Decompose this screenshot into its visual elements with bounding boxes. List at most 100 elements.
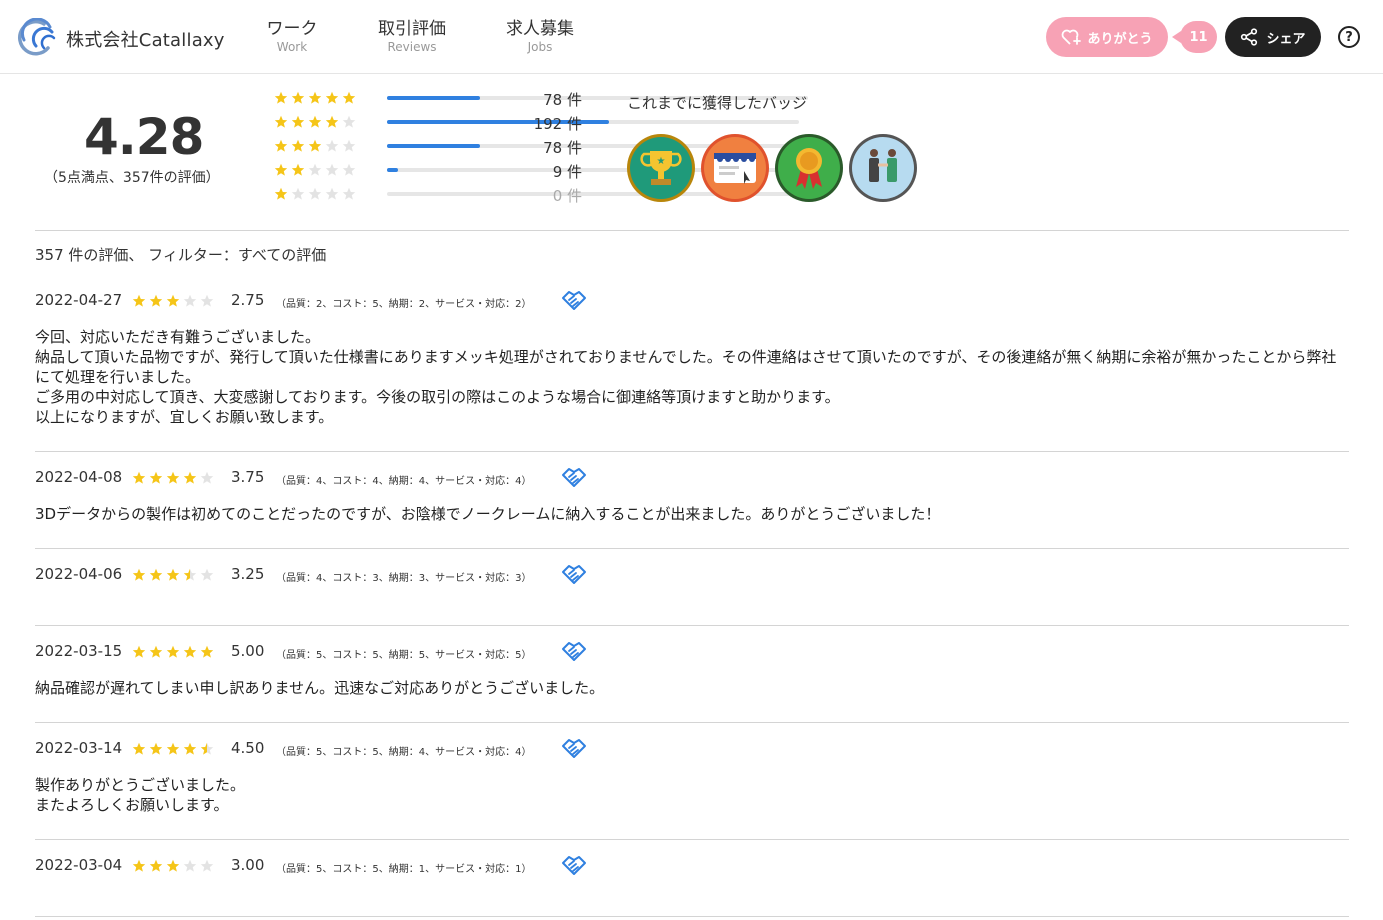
review-meta: 2022-04-08 3.75 （品質：4、コスト：4、納期：4、サービス・対応… [35, 466, 1349, 490]
review-body: 今回、対応いただき有難うございました。納品して頂いた品物ですが、発行して頂いた仕… [35, 327, 1345, 427]
star-empty-icon [342, 187, 356, 200]
review-divider [35, 548, 1349, 549]
distribution-row-3[interactable]: 78 件 [274, 136, 808, 160]
star-half-icon [200, 742, 214, 755]
score-subtitle: （5点満点、357件の評価） [44, 170, 220, 186]
star-full-icon [166, 568, 180, 581]
review-text-line: 納品して頂いた品物ですが、発行して頂いた仕様書にありますメッキ処理がされておりま… [35, 348, 1337, 386]
review-date: 2022-03-15 [35, 642, 123, 660]
share-label: シェア [1266, 31, 1306, 47]
share-button[interactable]: シェア [1225, 17, 1321, 57]
review-score: 3.00 [231, 856, 265, 874]
star-rating [274, 163, 356, 177]
catallaxy-logo-icon[interactable] [14, 18, 56, 56]
badges-list: ★ [626, 133, 918, 203]
handshake-icon[interactable] [561, 640, 587, 662]
review-date: 2022-04-27 [35, 291, 123, 309]
review-divider [35, 625, 1349, 626]
star-full-icon [183, 645, 197, 658]
handshake-icon[interactable] [561, 289, 587, 311]
handshake-icon[interactable] [561, 737, 587, 759]
star-full-icon [274, 115, 288, 128]
star-full-icon [132, 645, 146, 658]
star-full-icon [132, 742, 146, 755]
star-empty-icon [308, 163, 322, 176]
star-full-icon [200, 645, 214, 658]
thanks-button[interactable]: ありがとう [1046, 17, 1168, 57]
rating-distribution: 78 件 192 件 78 件 9 件 0 件 [274, 88, 817, 208]
handshake-icon[interactable] [561, 466, 587, 488]
review-item: 2022-03-14 4.50 （品質：5、コスト：5、納期：4、サービス・対応… [35, 737, 1349, 815]
nav-work-label: ワーク [266, 19, 318, 39]
star-empty-icon [342, 115, 356, 128]
nav-jobs[interactable]: 求人募集 Jobs [500, 17, 580, 53]
review-text-line: 今回、対応いただき有難うございました。 [35, 328, 321, 346]
review-item: 2022-04-06 3.25 （品質：4、コスト：3、納期：3、サービス・対応… [35, 563, 1349, 587]
review-body: 3Dデータからの製作は初めてのことだったのですが、お陰様でノークレームに納入する… [35, 504, 1345, 524]
review-body: 製作ありがとうございました。 またよろしくお願いします。 [35, 775, 1345, 815]
star-empty-icon [325, 187, 339, 200]
thanks-count-badge: 11 [1172, 21, 1217, 53]
review-divider [35, 722, 1349, 723]
review-item: 2022-03-15 5.00 （品質：5、コスト：5、納期：5、サービス・対応… [35, 640, 1349, 698]
store-badge-icon[interactable] [700, 133, 770, 203]
review-detail-scores: （品質：5、コスト：5、納期：1、サービス・対応：1） [276, 864, 532, 875]
filter-summary: 357 件の評価、 フィルター：すべての評価 [35, 246, 327, 264]
review-star-rating [132, 471, 214, 485]
handshake-icon[interactable] [561, 854, 587, 876]
star-full-icon [166, 645, 180, 658]
star-rating [274, 187, 356, 201]
star-full-icon [132, 294, 146, 307]
star-full-icon [166, 742, 180, 755]
distribution-bar-fill [387, 168, 398, 172]
star-empty-icon [342, 163, 356, 176]
nav-reviews[interactable]: 取引評価 Reviews [370, 17, 454, 53]
star-full-icon [132, 859, 146, 872]
star-empty-icon [291, 187, 305, 200]
star-full-icon [149, 568, 163, 581]
distribution-row-5[interactable]: 78 件 [274, 88, 808, 112]
review-meta: 2022-04-27 2.75 （品質：2、コスト：5、納期：2、サービス・対応… [35, 289, 1349, 313]
star-full-icon [291, 139, 305, 152]
star-full-icon [166, 294, 180, 307]
review-divider [35, 839, 1349, 840]
review-text-line: 以上になりますが、宜しくお願い致します。 [35, 408, 334, 426]
star-empty-icon [200, 294, 214, 307]
distribution-count: 78 件 [543, 139, 582, 157]
nav-jobs-sublabel: Jobs [527, 40, 553, 54]
star-rating [274, 139, 356, 153]
star-full-icon [132, 568, 146, 581]
review-score: 3.25 [231, 565, 265, 583]
top-header: 株式会社Catallaxy ワーク Work 取引評価 Reviews 求人募集… [0, 0, 1383, 74]
distribution-row-1[interactable]: 0 件 [274, 184, 817, 208]
star-empty-icon [183, 859, 197, 872]
distribution-row-2[interactable]: 9 件 [274, 160, 817, 184]
help-icon[interactable]: ? [1338, 26, 1360, 48]
trophy-badge-icon[interactable]: ★ [626, 133, 696, 203]
review-text-line: またよろしくお願いします。 [35, 796, 229, 814]
nav-work[interactable]: ワーク Work [262, 17, 322, 53]
distribution-row-4[interactable]: 192 件 [274, 112, 799, 136]
nav-jobs-label: 求人募集 [506, 19, 574, 39]
star-full-icon [166, 471, 180, 484]
star-full-icon [132, 471, 146, 484]
star-full-icon [166, 859, 180, 872]
review-star-rating [132, 294, 214, 308]
review-score: 2.75 [231, 291, 265, 309]
share-icon [1241, 28, 1258, 46]
star-full-icon [149, 471, 163, 484]
distribution-count: 9 件 [552, 163, 582, 181]
review-star-rating [132, 859, 214, 873]
star-empty-icon [308, 187, 322, 200]
medal-badge-icon[interactable] [774, 133, 844, 203]
heart-plus-icon [1062, 29, 1082, 45]
review-detail-scores: （品質：5、コスト：5、納期：5、サービス・対応：5） [276, 650, 532, 661]
review-score: 5.00 [231, 642, 265, 660]
star-full-icon [325, 91, 339, 104]
handshake-icon[interactable] [561, 563, 587, 585]
review-date: 2022-03-04 [35, 856, 123, 874]
distribution-count: 0 件 [552, 187, 582, 205]
distribution-bar-fill [387, 144, 480, 148]
handshake-badge-icon[interactable] [848, 133, 918, 203]
star-full-icon [149, 294, 163, 307]
